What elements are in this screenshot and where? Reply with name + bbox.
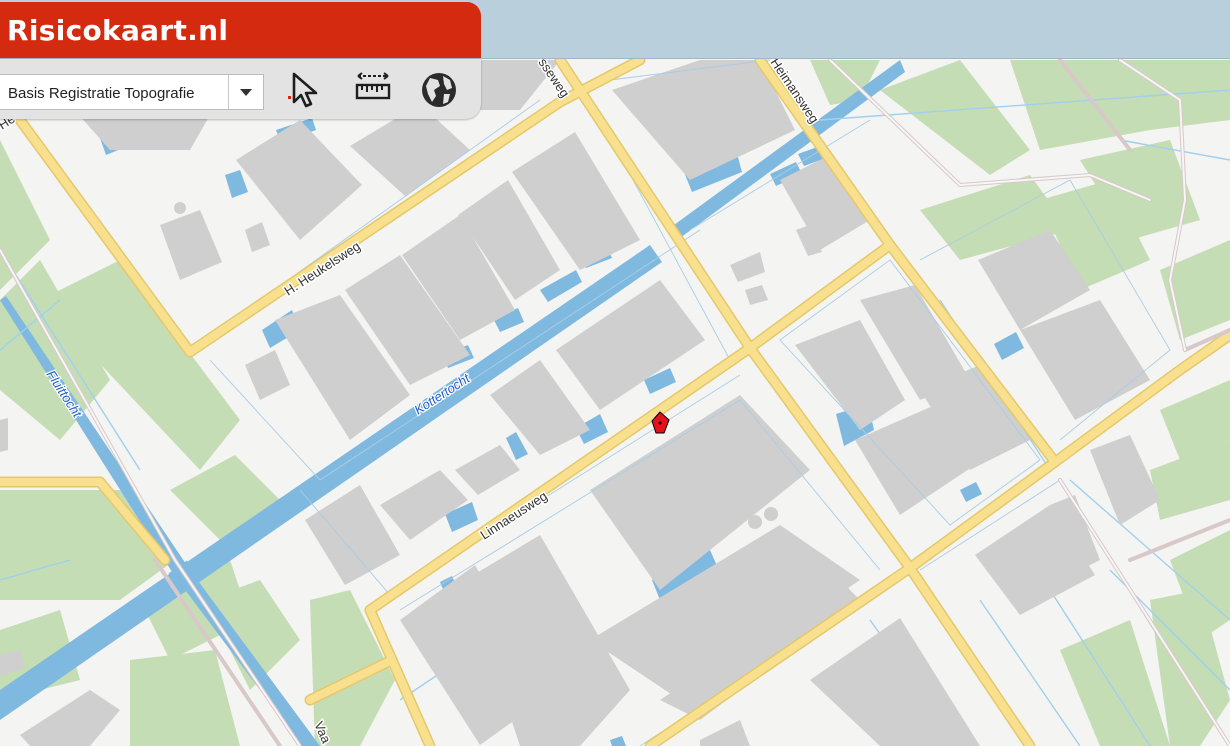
chevron-down-icon[interactable] bbox=[228, 75, 263, 109]
globe-icon bbox=[422, 73, 456, 107]
map-toolbar: Basis Registratie Topografie bbox=[0, 59, 481, 119]
basemap-layer-select[interactable]: Basis Registratie Topografie bbox=[0, 74, 264, 110]
cursor-icon bbox=[288, 72, 318, 108]
brand-banner: Risicokaart.nl bbox=[0, 2, 481, 58]
basemap-layer-value: Basis Registratie Topografie bbox=[8, 85, 195, 102]
ruler-icon bbox=[355, 72, 391, 100]
measure-tool-button[interactable] bbox=[350, 68, 396, 112]
globe-tool-button[interactable] bbox=[416, 68, 462, 112]
brand-logo-text[interactable]: Risicokaart.nl bbox=[7, 14, 228, 47]
select-tool-button[interactable] bbox=[282, 68, 328, 112]
